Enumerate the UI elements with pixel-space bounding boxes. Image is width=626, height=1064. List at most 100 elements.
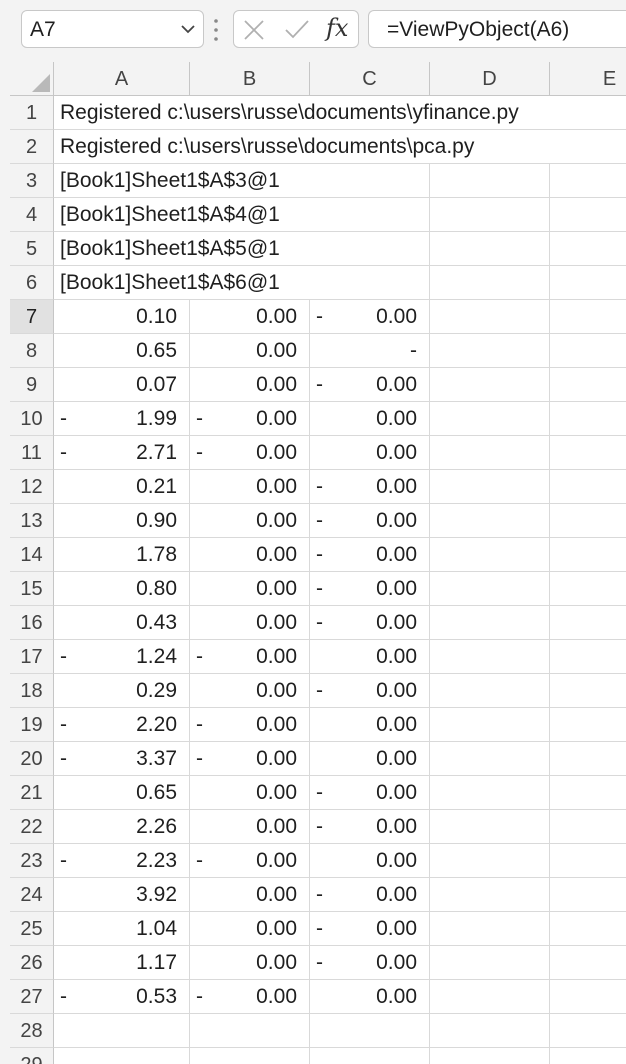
row-header[interactable]: 22 xyxy=(10,810,54,844)
cell-d[interactable] xyxy=(430,368,550,402)
cell-b[interactable]: 0.00 xyxy=(190,572,310,606)
cell-a[interactable]: 0.10 xyxy=(54,300,190,334)
row-header[interactable]: 6 xyxy=(10,266,54,300)
cell-e[interactable] xyxy=(550,640,626,674)
row-header[interactable]: 9 xyxy=(10,368,54,402)
cell-c[interactable] xyxy=(310,164,430,198)
cell-a[interactable]: 1.78 xyxy=(54,538,190,572)
cell-d[interactable] xyxy=(430,946,550,980)
cell-a[interactable]: 0.65 xyxy=(54,776,190,810)
cell-d[interactable] xyxy=(430,538,550,572)
row-header[interactable]: 24 xyxy=(10,878,54,912)
cell-e[interactable] xyxy=(550,470,626,504)
row-header[interactable]: 11 xyxy=(10,436,54,470)
cell-d[interactable] xyxy=(430,470,550,504)
cell-a[interactable]: 1.17 xyxy=(54,946,190,980)
row-header[interactable]: 20 xyxy=(10,742,54,776)
insert-function-icon[interactable]: fx xyxy=(326,14,348,42)
enter-check-icon[interactable] xyxy=(284,19,310,41)
row-header[interactable]: 21 xyxy=(10,776,54,810)
column-header-e[interactable]: E xyxy=(550,62,626,96)
cell-e[interactable] xyxy=(550,572,626,606)
cell-a[interactable]: - 2.20 xyxy=(54,708,190,742)
cell-c[interactable]: - 0.00 xyxy=(310,368,430,402)
cell-e[interactable] xyxy=(550,878,626,912)
cell-c[interactable]: 0.00 xyxy=(310,708,430,742)
cell-d[interactable] xyxy=(430,1048,550,1064)
cell-d[interactable] xyxy=(430,198,550,232)
cell-c[interactable]: - 0.00 xyxy=(310,606,430,640)
cell-d[interactable] xyxy=(430,334,550,368)
cell-d[interactable] xyxy=(430,232,550,266)
cell-a[interactable]: 0.07 xyxy=(54,368,190,402)
cell-d[interactable] xyxy=(430,266,550,300)
row-header[interactable]: 26 xyxy=(10,946,54,980)
cell-c[interactable]: 0.00 xyxy=(310,844,430,878)
cell-d[interactable] xyxy=(430,742,550,776)
row-header[interactable]: 15 xyxy=(10,572,54,606)
cell-c[interactable]: - 0.00 xyxy=(310,538,430,572)
row-header[interactable]: 8 xyxy=(10,334,54,368)
cell-c[interactable]: - 0.00 xyxy=(310,912,430,946)
row-header[interactable]: 28 xyxy=(10,1014,54,1048)
cell-e[interactable] xyxy=(550,844,626,878)
cell-e[interactable] xyxy=(550,538,626,572)
row-header[interactable]: 29 xyxy=(10,1048,54,1064)
cell-c[interactable]: 0.00 xyxy=(310,640,430,674)
cell-e[interactable] xyxy=(550,368,626,402)
cell-d[interactable] xyxy=(430,980,550,1014)
cell-e[interactable] xyxy=(550,1048,626,1064)
cell-e[interactable] xyxy=(550,912,626,946)
cell-b[interactable]: - 0.00 xyxy=(190,708,310,742)
column-header-a[interactable]: A xyxy=(54,62,190,96)
cell-a[interactable] xyxy=(54,1014,190,1048)
cell-c[interactable]: 0.00 xyxy=(310,402,430,436)
cell-b[interactable]: 0.00 xyxy=(190,674,310,708)
cell-b[interactable]: 0.00 xyxy=(190,878,310,912)
cell-e[interactable] xyxy=(550,334,626,368)
cell-d[interactable] xyxy=(430,436,550,470)
cell-d[interactable] xyxy=(430,1014,550,1048)
cell-d[interactable] xyxy=(430,844,550,878)
cell-b[interactable]: 0.00 xyxy=(190,504,310,538)
row-header[interactable]: 12 xyxy=(10,470,54,504)
cell-a[interactable]: 1.04 xyxy=(54,912,190,946)
row-header[interactable]: 16 xyxy=(10,606,54,640)
cell-e[interactable] xyxy=(550,436,626,470)
cell-c[interactable]: 0.00 xyxy=(310,742,430,776)
name-box[interactable]: A7 xyxy=(21,10,204,48)
cancel-icon[interactable] xyxy=(243,19,265,41)
cell-d[interactable] xyxy=(430,878,550,912)
cell-c[interactable]: - 0.00 xyxy=(310,504,430,538)
cell-c[interactable] xyxy=(310,198,430,232)
cell-a[interactable]: 0.29 xyxy=(54,674,190,708)
cell-d[interactable] xyxy=(430,912,550,946)
cell-b[interactable]: 0.00 xyxy=(190,538,310,572)
row-header[interactable]: 5 xyxy=(10,232,54,266)
row-header[interactable]: 2 xyxy=(10,130,54,164)
cell-b[interactable] xyxy=(190,1014,310,1048)
row-header[interactable]: 7 xyxy=(10,300,54,334)
row-header[interactable]: 10 xyxy=(10,402,54,436)
cell-a[interactable]: 0.80 xyxy=(54,572,190,606)
row-header[interactable]: 19 xyxy=(10,708,54,742)
cell-e[interactable] xyxy=(550,232,626,266)
cell-a[interactable]: 3.92 xyxy=(54,878,190,912)
cell-d[interactable] xyxy=(430,164,550,198)
cell-c[interactable]: 0.00 xyxy=(310,980,430,1014)
cell-d[interactable] xyxy=(430,640,550,674)
row-header[interactable]: 14 xyxy=(10,538,54,572)
cell-b[interactable]: - 0.00 xyxy=(190,640,310,674)
cell-e[interactable] xyxy=(550,300,626,334)
cell-b[interactable]: 0.00 xyxy=(190,334,310,368)
cell-e[interactable] xyxy=(550,130,626,164)
cell-b[interactable]: 0.00 xyxy=(190,912,310,946)
cell-b[interactable] xyxy=(190,1048,310,1064)
cell-d[interactable] xyxy=(430,606,550,640)
cell-d[interactable] xyxy=(430,708,550,742)
cell-b[interactable]: - 0.00 xyxy=(190,742,310,776)
cell-a[interactable]: 2.26 xyxy=(54,810,190,844)
cell-d[interactable] xyxy=(430,674,550,708)
cell-e[interactable] xyxy=(550,402,626,436)
cell-b[interactable]: 0.00 xyxy=(190,470,310,504)
